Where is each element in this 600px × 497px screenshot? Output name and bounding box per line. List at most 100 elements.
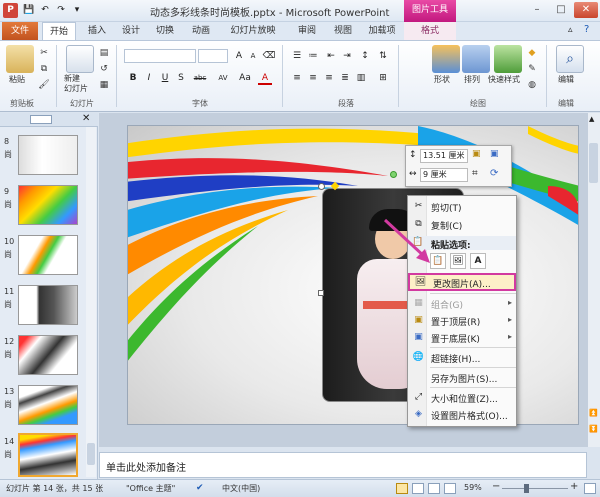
- menu-item-hyperlink[interactable]: 🌐 超链接(H)...: [408, 349, 516, 366]
- slide-thumbnail-10[interactable]: [18, 235, 78, 275]
- binoculars-icon[interactable]: ⌕: [556, 45, 584, 73]
- minimize-button[interactable]: –: [526, 2, 548, 18]
- slide-thumbnail-11[interactable]: [18, 285, 78, 325]
- shapes-button[interactable]: 形状: [434, 74, 450, 85]
- char-spacing-button[interactable]: AV: [214, 71, 232, 85]
- prev-slide-icon[interactable]: ⏫: [589, 409, 598, 417]
- arrange-icon[interactable]: [462, 45, 490, 73]
- reset-icon[interactable]: ↺: [98, 63, 110, 75]
- scroll-up-icon[interactable]: ▲: [589, 115, 594, 123]
- font-color-button[interactable]: A: [258, 71, 272, 85]
- paste-text-only-icon[interactable]: A: [470, 253, 486, 269]
- grow-font-icon[interactable]: A: [232, 49, 246, 63]
- shrink-font-icon[interactable]: A: [246, 49, 260, 63]
- crop-icon[interactable]: ⌗: [472, 168, 478, 179]
- italic-button[interactable]: I: [142, 71, 156, 85]
- arrange-button[interactable]: 排列: [464, 74, 480, 85]
- undo-icon[interactable]: ↶: [38, 3, 52, 17]
- line-spacing-icon[interactable]: ↕: [358, 49, 372, 63]
- paste-as-picture-icon[interactable]: 🖼: [450, 253, 466, 269]
- font-family-combo[interactable]: [124, 49, 196, 63]
- align-right-icon[interactable]: ≡: [322, 71, 336, 85]
- help-icon[interactable]: ?: [584, 24, 589, 35]
- theme-name[interactable]: "Office 主题": [126, 483, 175, 494]
- paste-button[interactable]: 粘贴: [9, 74, 25, 85]
- tab-review[interactable]: 审阅: [292, 22, 322, 40]
- paste-icon[interactable]: [6, 45, 34, 73]
- font-size-combo[interactable]: [198, 49, 228, 63]
- slide-sorter-icon[interactable]: [412, 483, 424, 494]
- shapes-icon[interactable]: [432, 45, 460, 73]
- scroll-thumb[interactable]: [589, 143, 598, 183]
- zoom-slider-track[interactable]: [502, 488, 568, 489]
- selection-handle[interactable]: [318, 290, 324, 296]
- spellcheck-icon[interactable]: ✔: [196, 483, 204, 493]
- text-direction-icon[interactable]: ⇅: [376, 49, 390, 63]
- zoom-level[interactable]: 59%: [464, 483, 482, 492]
- tab-addins[interactable]: 加载项: [364, 22, 400, 40]
- shape-outline-icon[interactable]: ✎: [526, 63, 538, 75]
- menu-item-send-to-back[interactable]: ▣ 置于底层(K) ▸: [408, 329, 516, 346]
- zoom-slider-thumb[interactable]: [524, 484, 529, 493]
- format-painter-icon[interactable]: 🖌: [38, 79, 50, 91]
- slide-thumbnail-13[interactable]: [18, 385, 78, 425]
- section-icon[interactable]: ▦: [98, 79, 110, 91]
- smartart-icon[interactable]: ⊞: [376, 71, 390, 85]
- align-left-icon[interactable]: ≡: [290, 71, 304, 85]
- customize-quick-access-icon[interactable]: ▾: [70, 3, 84, 17]
- menu-item-cut[interactable]: ✂ 剪切(T): [408, 198, 516, 215]
- tab-design[interactable]: 设计: [116, 22, 146, 40]
- menu-item-save-as-picture[interactable]: 另存为图片(S)...: [408, 369, 516, 386]
- width-field[interactable]: 9 厘米: [420, 168, 468, 182]
- tab-home[interactable]: 开始: [42, 22, 76, 40]
- menu-item-size-position[interactable]: ⤢ 大小和位置(Z)...: [408, 389, 516, 406]
- rotate-icon[interactable]: ⟳: [490, 168, 498, 179]
- editing-button[interactable]: 编辑: [558, 74, 574, 85]
- slide-thumbnail-12[interactable]: [18, 335, 78, 375]
- justify-icon[interactable]: ≣: [338, 71, 352, 85]
- height-field[interactable]: 13.51 厘米: [420, 149, 468, 163]
- reading-view-icon[interactable]: [428, 483, 440, 494]
- tab-transitions[interactable]: 切换: [150, 22, 180, 40]
- menu-item-change-picture[interactable]: 🖼 更改图片(A)...: [408, 273, 516, 291]
- shadow-button[interactable]: S: [174, 71, 188, 85]
- decrease-indent-icon[interactable]: ⇤: [324, 49, 338, 63]
- vertical-scrollbar[interactable]: ▲ ⏫ ⏬: [587, 113, 600, 447]
- save-icon[interactable]: 💾: [22, 3, 36, 17]
- increase-indent-icon[interactable]: ⇥: [340, 49, 354, 63]
- normal-view-icon[interactable]: [396, 483, 408, 494]
- next-slide-icon[interactable]: ⏬: [589, 425, 598, 433]
- cut-icon[interactable]: ✂: [38, 47, 50, 59]
- redo-icon[interactable]: ↷: [54, 3, 68, 17]
- bring-forward-icon[interactable]: ▣: [472, 149, 481, 159]
- tab-file[interactable]: 文件: [2, 22, 38, 40]
- panel-scroll-thumb[interactable]: [87, 443, 95, 465]
- tab-insert[interactable]: 插入: [82, 22, 112, 40]
- menu-item-bring-to-front[interactable]: ▣ 置于顶层(R) ▸: [408, 312, 516, 329]
- slide-thumbnail-14-selected[interactable]: [18, 433, 78, 477]
- columns-icon[interactable]: ▥: [354, 71, 368, 85]
- slideshow-icon[interactable]: [444, 483, 456, 494]
- new-slide-button[interactable]: 新建 幻灯片: [64, 74, 88, 94]
- shape-effects-icon[interactable]: ◍: [526, 79, 538, 91]
- panel-scrollbar[interactable]: [86, 127, 96, 477]
- fit-to-window-icon[interactable]: [584, 483, 596, 494]
- menu-item-format-picture[interactable]: ◈ 设置图片格式(O)...: [408, 406, 516, 423]
- notes-pane[interactable]: 单击此处添加备注: [99, 452, 587, 478]
- bold-button[interactable]: B: [126, 71, 140, 85]
- tab-view[interactable]: 视图: [328, 22, 358, 40]
- close-panel-icon[interactable]: ✕: [82, 113, 90, 124]
- quick-styles-icon[interactable]: [494, 45, 522, 73]
- shape-fill-icon[interactable]: ◆: [526, 47, 538, 59]
- language-indicator[interactable]: 中文(中国): [222, 483, 260, 494]
- layout-icon[interactable]: ▤: [98, 47, 110, 59]
- send-backward-icon[interactable]: ▣: [490, 149, 499, 159]
- powerpoint-app-icon[interactable]: P: [3, 3, 18, 18]
- strikethrough-button[interactable]: abc: [190, 71, 210, 85]
- selection-handle[interactable]: [318, 183, 325, 190]
- slides-tab-icon[interactable]: [30, 115, 52, 124]
- tab-animations[interactable]: 动画: [186, 22, 216, 40]
- clear-format-icon[interactable]: ⌫: [262, 49, 276, 63]
- underline-button[interactable]: U: [158, 71, 172, 85]
- bullets-icon[interactable]: ☰: [290, 49, 304, 63]
